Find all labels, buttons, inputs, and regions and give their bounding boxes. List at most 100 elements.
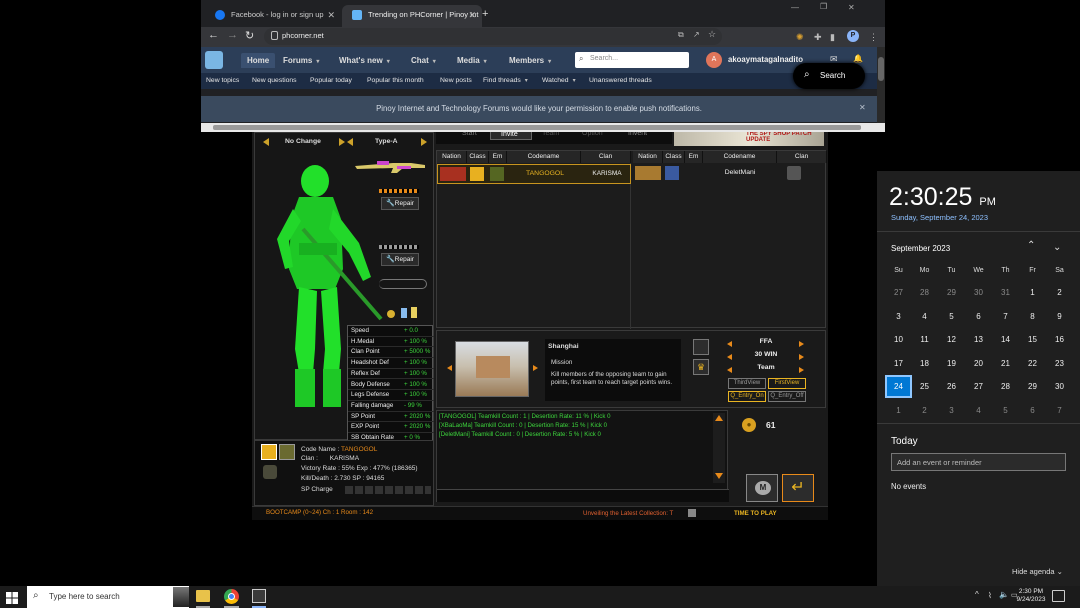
entry-on-button[interactable]: Q_Entry_On (728, 391, 766, 402)
next-month-icon[interactable]: ⌄ (1053, 242, 1061, 253)
tray-overflow-icon[interactable]: ^ (975, 590, 979, 599)
subnav-new-topics[interactable]: New topics (206, 77, 239, 84)
forward-button[interactable]: → (227, 29, 238, 41)
refresh-icon[interactable] (693, 339, 709, 355)
calendar-day[interactable]: 18 (911, 352, 938, 375)
calendar-day[interactable]: 23 (1046, 352, 1073, 375)
calendar-day[interactable]: 29 (938, 281, 965, 304)
menu-kebab-icon[interactable]: ⋮ (869, 32, 878, 43)
reload-button[interactable]: ↻ (245, 29, 254, 42)
nav-what-s-new[interactable]: What's new ▾ (339, 53, 390, 68)
entry-off-button[interactable]: Q_Entry_Off (768, 391, 806, 402)
site-search-input[interactable]: ⌕ Search... (575, 52, 689, 68)
calendar-day[interactable]: 14 (992, 328, 1019, 351)
calendar-day[interactable]: 30 (965, 281, 992, 304)
add-event-input[interactable]: Add an event or reminder (891, 453, 1066, 471)
calendar-day[interactable]: 4 (965, 399, 992, 422)
crown-icon[interactable]: ♛ (693, 359, 709, 375)
calendar-day[interactable]: 16 (1046, 328, 1073, 351)
page-scrollbar[interactable] (877, 47, 885, 125)
windows-start-icon[interactable] (6, 591, 18, 604)
calendar-day[interactable]: 3 (885, 305, 912, 328)
subnav-find-threads[interactable]: Find threads ▾ (483, 77, 528, 84)
network-icon[interactable]: ⌇ (988, 591, 992, 600)
nav-forums[interactable]: Forums ▾ (283, 53, 319, 68)
install-app-icon[interactable]: ⧉ (678, 30, 684, 40)
horizontal-scrollbar[interactable] (201, 123, 885, 132)
third-view-button[interactable]: ThirdView (728, 378, 766, 389)
calendar-day[interactable]: 5 (938, 305, 965, 328)
scroll-up-icon[interactable] (715, 415, 723, 421)
calendar-day[interactable]: 2 (911, 399, 938, 422)
calendar-day[interactable]: 20 (965, 352, 992, 375)
calendar-day[interactable]: 7 (1046, 399, 1073, 422)
calendar-day[interactable]: 27 (965, 375, 992, 398)
side-panel-icon[interactable]: ▮ (830, 32, 835, 43)
nav-chat[interactable]: Chat ▾ (411, 53, 436, 68)
bookmark-star-icon[interactable]: ☆ (708, 29, 716, 40)
map-prev-arrow[interactable] (447, 365, 452, 371)
calendar-day[interactable]: 9 (1046, 305, 1073, 328)
table-row[interactable]: TANGOGOL KARISMA (437, 164, 631, 184)
clock-date-link[interactable]: Sunday, September 24, 2023 (891, 213, 988, 222)
chat-input[interactable] (437, 489, 729, 502)
exit-room-button[interactable]: ↵ (782, 474, 814, 502)
close-tab-icon[interactable]: ✕ (468, 5, 476, 25)
extension-cookie-icon[interactable]: ✺ (796, 32, 804, 43)
minimize-button[interactable]: — (791, 3, 799, 12)
table-row[interactable]: DeletMani (633, 164, 827, 184)
win-next-arrow[interactable] (799, 354, 804, 360)
close-window-button[interactable]: ✕ (848, 3, 855, 12)
taskbar-clock[interactable]: 2:30 PM 9/24/2023 (1016, 588, 1046, 604)
calendar-day[interactable]: 1 (885, 399, 912, 422)
subnav-unanswered-threads[interactable]: Unanswered threads (589, 77, 652, 84)
calendar-day[interactable]: 11 (911, 328, 938, 351)
nav-members[interactable]: Members ▾ (509, 53, 551, 68)
volume-icon[interactable]: 🔈 (999, 590, 1009, 599)
user-name-link[interactable]: akoaymatagalnadito (728, 55, 803, 64)
nav-media[interactable]: Media ▾ (457, 53, 487, 68)
month-title[interactable]: September 2023 (891, 244, 950, 253)
calendar-day[interactable]: 3 (938, 399, 965, 422)
close-tab-icon[interactable]: ✕ (327, 5, 335, 25)
phcorner-logo-icon[interactable] (205, 51, 223, 69)
map-next-arrow[interactable] (533, 365, 538, 371)
chrome-icon[interactable] (224, 589, 239, 604)
calendar-day[interactable]: 12 (938, 328, 965, 351)
calendar-day[interactable]: 19 (938, 352, 965, 375)
calendar-day[interactable]: 15 (1019, 328, 1046, 351)
calendar-day[interactable]: 6 (965, 305, 992, 328)
messenger-button[interactable]: M (746, 474, 778, 502)
calendar-day[interactable]: 26 (938, 375, 965, 398)
win-prev-arrow[interactable] (727, 354, 732, 360)
calendar-day[interactable]: 17 (885, 352, 912, 375)
taskbar-search-input[interactable]: ⌕ Type here to search (27, 586, 189, 608)
address-bar[interactable]: phcorner.net ⧉ ↗ ☆ (264, 28, 722, 45)
map-thumbnail[interactable] (455, 341, 529, 397)
calendar-day[interactable]: 25 (911, 375, 938, 398)
mode-prev-arrow[interactable] (727, 341, 732, 347)
nav-home[interactable]: Home (241, 53, 276, 68)
calendar-day[interactable]: 5 (992, 399, 1019, 422)
profile-avatar[interactable]: P (847, 30, 859, 42)
repair-secondary-button[interactable]: 🔧Repair (381, 253, 419, 266)
mode-next-arrow[interactable] (799, 341, 804, 347)
team-next-arrow[interactable] (799, 367, 804, 373)
subnav-popular-today[interactable]: Popular today (310, 77, 352, 84)
calendar-day[interactable]: 6 (1019, 399, 1046, 422)
team-prev-arrow[interactable] (727, 367, 732, 373)
first-view-button[interactable]: FirstView (768, 378, 806, 389)
chat-scrollbar[interactable] (713, 413, 725, 483)
selector-right-prev-arrow[interactable] (347, 138, 353, 146)
floating-search-button[interactable]: ⌕ Search (793, 63, 865, 89)
restore-button[interactable]: ❐ (820, 2, 827, 11)
calendar-day[interactable]: 10 (885, 328, 912, 351)
new-tab-button[interactable]: + (482, 8, 488, 20)
calendar-day[interactable]: 13 (965, 328, 992, 351)
share-icon[interactable]: ↗ (693, 30, 700, 39)
hide-agenda-link[interactable]: Hide agenda ⌄ (1012, 567, 1063, 576)
calendar-day[interactable]: 28 (911, 281, 938, 304)
game-app-icon[interactable] (252, 589, 266, 603)
calendar-day[interactable]: 7 (992, 305, 1019, 328)
back-button[interactable]: ← (208, 29, 219, 41)
